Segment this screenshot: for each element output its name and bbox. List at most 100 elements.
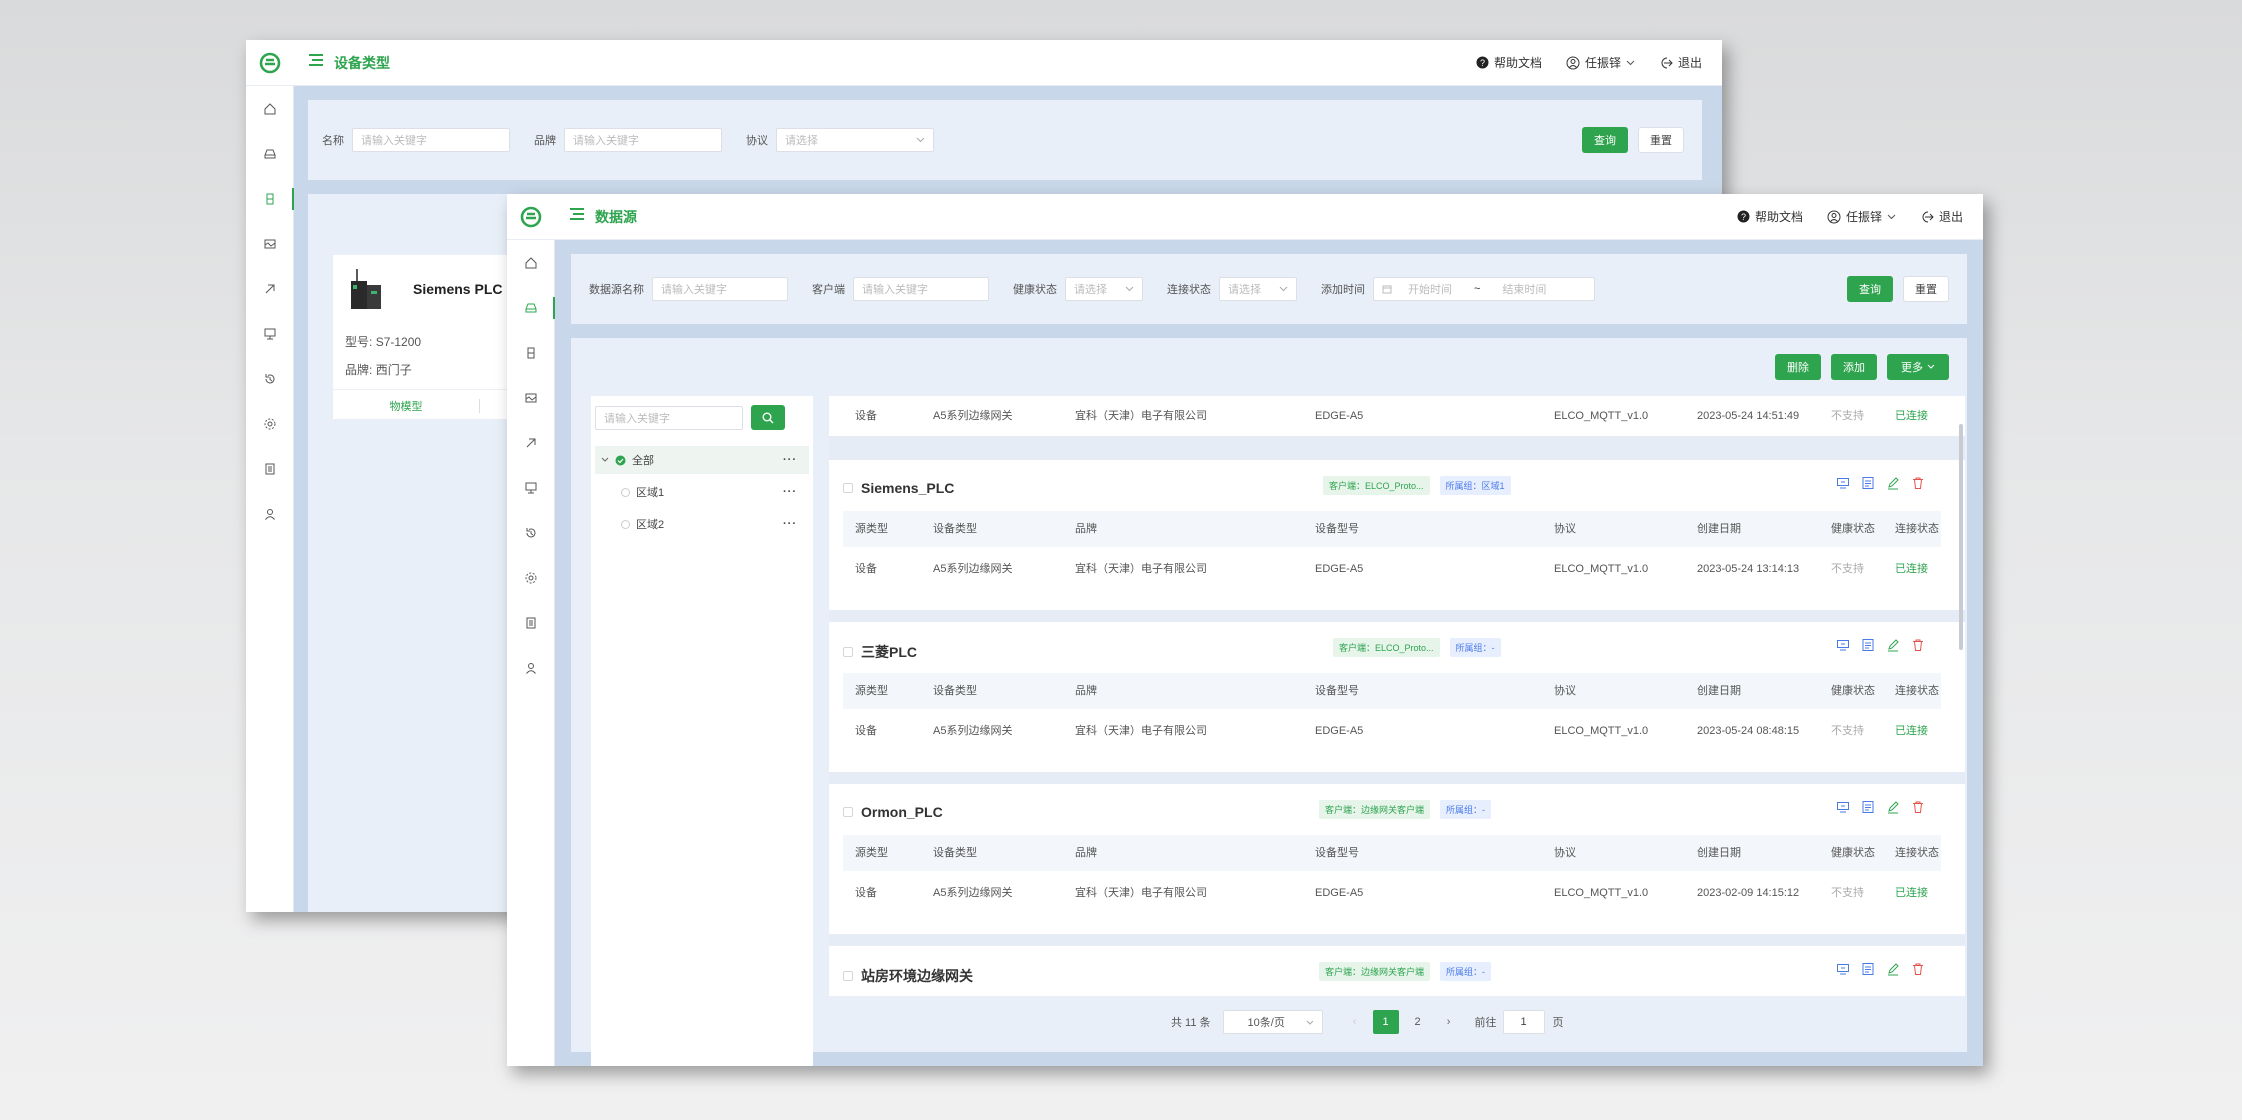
sidebar-item-monitor[interactable] (246, 221, 293, 266)
datasource-name-placeholder: 请输入关键字 (661, 284, 727, 296)
delete-icon[interactable] (1911, 638, 1925, 652)
menu-toggle-icon[interactable] (308, 53, 324, 72)
datasource-card[interactable]: Siemens_PLC 客户端：ELCO_Proto... 所属组：区域1 源类型… (829, 460, 1965, 610)
goto-page-input[interactable]: 1 (1502, 1010, 1545, 1034)
page-1-button[interactable]: 1 (1372, 1010, 1399, 1034)
view-icon[interactable] (1836, 638, 1850, 652)
protocol-select[interactable]: 请选择 (776, 128, 934, 152)
menu-toggle-icon[interactable] (569, 207, 585, 226)
add-button[interactable]: 添加 (1831, 354, 1877, 380)
datasource-card[interactable]: Ormon_PLC 客户端：边缘网关客户端 所属组：- 源类型 设备类型 品牌 设… (829, 784, 1965, 934)
health-status-select[interactable]: 请选择 (1065, 277, 1143, 301)
client-input[interactable]: 请输入关键字 (853, 277, 989, 301)
datasource-name: Siemens_PLC (861, 480, 955, 496)
row-checkbox[interactable] (843, 483, 853, 493)
sidebar-item-device-type[interactable] (246, 176, 294, 221)
sidebar-item-home[interactable] (246, 86, 293, 131)
hard-drive-icon (525, 303, 536, 312)
more-options-icon[interactable]: ··· (783, 518, 797, 530)
sidebar-item-settings[interactable] (507, 555, 554, 600)
app-logo-icon[interactable] (246, 52, 294, 74)
datasource-card[interactable]: 三菱PLC 客户端：ELCO_Proto... 所属组：- 源类型 设备类型 品牌… (829, 622, 1965, 772)
svg-text:?: ? (1480, 58, 1485, 68)
top-bar: 设备类型 ? 帮助文档 任振铎 退出 (246, 40, 1722, 86)
prev-page-button[interactable]: ‹ (1343, 1016, 1367, 1028)
sidebar-item-users[interactable] (507, 645, 554, 690)
sidebar-item-home[interactable] (507, 240, 554, 285)
delete-button[interactable]: 删除 (1775, 354, 1821, 380)
edit-icon[interactable] (1886, 638, 1900, 652)
client-tag: 客户端：ELCO_Proto... (1333, 638, 1440, 657)
sidebar-item-history[interactable] (507, 510, 554, 555)
help-docs-link[interactable]: ? 帮助文档 (1737, 208, 1803, 225)
next-page-button[interactable]: › (1437, 1016, 1461, 1028)
sidebar-item-docs[interactable] (507, 600, 554, 645)
page-2-button[interactable]: 2 (1405, 1016, 1431, 1028)
row-checkbox[interactable] (843, 971, 853, 981)
health-status-placeholder: 请选择 (1074, 284, 1107, 296)
sidebar-item-settings[interactable] (246, 401, 293, 446)
edit-icon[interactable] (1886, 476, 1900, 490)
tree-item-region2[interactable]: 区域2 ··· (595, 510, 809, 538)
sidebar-item-docs[interactable] (246, 446, 293, 491)
user-menu[interactable]: 任振铎 (1566, 54, 1635, 71)
user-menu[interactable]: 任振铎 (1827, 208, 1896, 225)
tree-item-all[interactable]: 全部 ··· (595, 446, 809, 474)
logout-link[interactable]: 退出 (1659, 54, 1702, 71)
col-model: 设备型号 (1315, 523, 1359, 535)
datasource-name-input[interactable]: 请输入关键字 (652, 277, 788, 301)
delete-icon[interactable] (1911, 962, 1925, 976)
date-range-picker[interactable]: 开始时间 ~ 结束时间 (1373, 277, 1595, 301)
query-button[interactable]: 查询 (1847, 276, 1893, 302)
user-name: 任振铎 (1845, 210, 1882, 224)
more-options-icon[interactable]: ··· (783, 486, 797, 498)
sidebar-item-users[interactable] (246, 491, 293, 536)
document-icon[interactable] (1861, 800, 1875, 814)
document-icon[interactable] (1861, 476, 1875, 490)
sidebar-item-display[interactable] (507, 465, 554, 510)
client-tag: 客户端：边缘网关客户端 (1319, 800, 1431, 819)
thing-model-link[interactable]: 物模型 (333, 398, 479, 414)
sidebar-item-forward[interactable] (507, 420, 554, 465)
help-docs-link[interactable]: ? 帮助文档 (1476, 54, 1542, 71)
view-icon[interactable] (1836, 800, 1850, 814)
row-checkbox[interactable] (843, 647, 853, 657)
logout-link[interactable]: 退出 (1920, 208, 1963, 225)
name-input[interactable]: 请输入关键字 (352, 128, 510, 152)
cell-connection: 已连接 (1895, 563, 1928, 575)
sidebar-item-history[interactable] (246, 356, 293, 401)
edit-icon[interactable] (1886, 962, 1900, 976)
reset-button[interactable]: 重置 (1638, 127, 1684, 153)
cell-device-type: A5系列边缘网关 (933, 725, 1013, 737)
scrollbar-thumb[interactable] (1959, 424, 1963, 650)
tree-item-region1[interactable]: 区域1 ··· (595, 478, 809, 506)
sidebar-item-monitor[interactable] (507, 375, 554, 420)
row-checkbox[interactable] (843, 807, 853, 817)
sidebar-item-device-type[interactable] (507, 330, 554, 375)
datasource-card[interactable]: 站房环境边缘网关 客户端：边缘网关客户端 所属组：- (829, 946, 1965, 996)
connection-status-select[interactable]: 请选择 (1219, 277, 1297, 301)
query-button[interactable]: 查询 (1582, 127, 1628, 153)
page-size-select[interactable]: 10条/页 (1222, 1010, 1323, 1034)
sidebar-item-forward[interactable] (246, 266, 293, 311)
view-icon[interactable] (1836, 476, 1850, 490)
sidebar-item-display[interactable] (246, 311, 293, 356)
sidebar-item-datasource[interactable] (507, 285, 555, 330)
brand-input[interactable]: 请输入关键字 (564, 128, 722, 152)
more-button[interactable]: 更多 (1887, 354, 1949, 380)
app-logo-icon[interactable] (507, 206, 555, 228)
delete-icon[interactable] (1911, 800, 1925, 814)
more-options-icon[interactable]: ··· (783, 454, 797, 466)
brand-placeholder: 请输入关键字 (573, 135, 639, 147)
delete-icon[interactable] (1911, 476, 1925, 490)
sidebar-item-datasource[interactable] (246, 131, 293, 176)
edit-icon[interactable] (1886, 800, 1900, 814)
document-icon[interactable] (1861, 962, 1875, 976)
document-icon[interactable] (1861, 638, 1875, 652)
page-suffix: 页 (1552, 1017, 1564, 1029)
view-icon[interactable] (1836, 962, 1850, 976)
tree-search-button[interactable] (751, 405, 785, 430)
reset-button[interactable]: 重置 (1903, 276, 1949, 302)
tree-search-input[interactable]: 请输入关键字 (595, 406, 743, 430)
chevron-down-icon (1125, 286, 1134, 292)
